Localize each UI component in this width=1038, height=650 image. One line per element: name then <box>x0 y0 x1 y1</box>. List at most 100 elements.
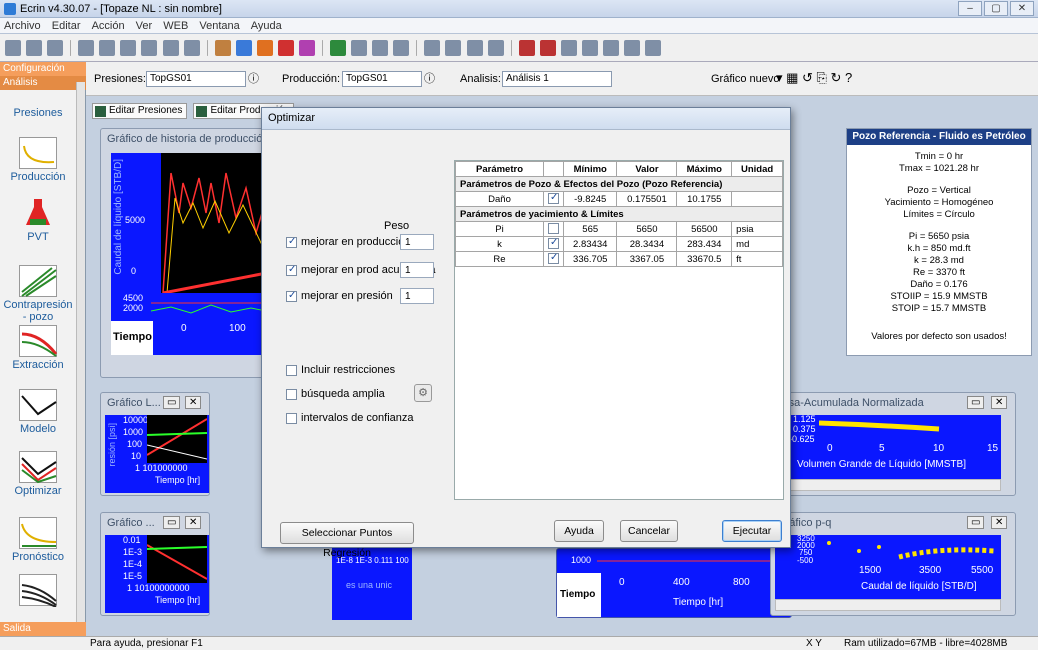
weight-produccion-input[interactable]: 1 <box>400 234 434 250</box>
sidebar-footer-salida[interactable]: Salida <box>0 622 86 636</box>
param-value[interactable]: 0.175501 <box>616 191 678 207</box>
zoom-in-icon[interactable] <box>424 40 441 56</box>
grafico-nuevo-label[interactable]: Gráfico nuevo <box>711 73 779 85</box>
menu-ver[interactable]: Ver <box>132 18 157 34</box>
magnify-icon[interactable] <box>602 40 619 56</box>
sidebar-item-more[interactable] <box>2 574 74 608</box>
presiones-info-icon[interactable]: ⓘ <box>248 70 259 86</box>
param-max[interactable]: 33670.5 <box>676 251 733 267</box>
param-value[interactable]: 5650 <box>616 221 678 237</box>
panel-restore-icon[interactable]: ▭ <box>967 396 985 409</box>
weight-presion-input[interactable]: 1 <box>400 288 434 304</box>
tab-editar-presiones[interactable]: Editar Presiones <box>92 103 188 119</box>
param-value[interactable]: 28.3434 <box>616 236 678 252</box>
sidebar-item-pvt[interactable]: PVT <box>2 197 74 243</box>
checkbox-mejorar-acumulada[interactable] <box>286 264 297 276</box>
pq-hscrollbar[interactable] <box>775 599 1001 611</box>
preview-icon[interactable] <box>99 40 116 56</box>
minimize-button[interactable]: – <box>958 1 982 16</box>
analisis-select[interactable]: Análisis 1 <box>502 71 612 87</box>
plot-a-icon[interactable] <box>518 40 535 56</box>
checkbox-mejorar-produccion[interactable] <box>286 236 297 248</box>
sidebar-item-extraccion[interactable]: Extracción <box>2 325 74 371</box>
fluid-icon[interactable] <box>277 40 294 56</box>
checkbox-incluir-restricciones[interactable] <box>286 364 297 376</box>
table-row[interactable]: k 2.83434 28.3434 283.434 md <box>455 236 783 252</box>
panel-restore-icon[interactable]: ▭ <box>967 516 985 529</box>
param-min[interactable]: 565 <box>562 221 618 237</box>
edit-icon[interactable] <box>351 40 368 56</box>
sidebar-item-produccion[interactable]: Producción <box>2 137 74 183</box>
panel-restore-icon[interactable]: ▭ <box>163 516 181 529</box>
table-icon[interactable] <box>560 40 577 56</box>
panel-close-icon[interactable]: ✕ <box>991 396 1008 409</box>
sidebar-header-analisis[interactable]: Análisis <box>0 76 86 90</box>
tasa-hscrollbar[interactable] <box>775 479 1001 491</box>
produccion-select[interactable]: TopGS01 <box>342 71 422 87</box>
magnify-minus-icon[interactable] <box>624 40 640 56</box>
option-mejorar-produccion[interactable]: mejorar en producción <box>286 236 410 248</box>
loglog-plot-1[interactable]: resión [psi] 10000 1000 100 10 1 1010000… <box>105 415 209 493</box>
param-checkbox[interactable] <box>543 191 564 207</box>
menu-web[interactable]: WEB <box>159 18 192 34</box>
well-icon[interactable] <box>214 40 231 56</box>
close-button[interactable]: ✕ <box>1010 1 1034 16</box>
cancelar-button[interactable]: Cancelar <box>620 520 678 542</box>
zoom-fit-icon[interactable] <box>466 40 483 56</box>
checkbox-pi[interactable] <box>548 223 559 235</box>
param-min[interactable]: -9.8245 <box>562 191 618 207</box>
table-row[interactable]: Pi 565 5650 56500 psia <box>455 221 783 237</box>
tasa-plot[interactable]: 1.125 0.375 -0.625 0 5 10 15 Volumen Gra… <box>775 415 1001 479</box>
checkbox-re[interactable] <box>548 252 559 265</box>
history-lower-plot[interactable]: 4500 2000 <box>111 293 277 321</box>
sidebar-item-presiones[interactable]: Presiones <box>2 107 74 119</box>
option-incluir-restricciones[interactable]: Incluir restricciones <box>286 364 395 376</box>
sidebar-item-optimizar[interactable]: Optimizar <box>2 451 74 497</box>
sidebar-scrollbar[interactable] <box>76 82 85 622</box>
sidebar-item-pronostico[interactable]: Pronóstico <box>2 517 74 563</box>
table-row[interactable]: Re 336.705 3367.05 33670.5 ft <box>455 251 783 267</box>
param-max[interactable]: 283.434 <box>676 236 733 252</box>
menu-ayuda[interactable]: Ayuda <box>247 18 286 34</box>
gas-icon[interactable] <box>298 40 315 56</box>
option-mejorar-presion[interactable]: mejorar en presión <box>286 290 393 302</box>
menu-editar[interactable]: Editar <box>48 18 85 34</box>
history-plot[interactable]: Caudal de líquido [STB/D] 5000 0 <box>111 153 278 298</box>
toolbar-misc-icons[interactable]: ▾ ▦ ↺ ⎘ ↻ ? <box>776 70 852 86</box>
param-max[interactable]: 10.1755 <box>676 191 733 207</box>
option-busqueda-amplia[interactable]: búsqueda amplia <box>286 388 385 400</box>
bottom-time-plot[interactable]: 1000 Tiempo 0 400 800 Tiempo [hr] <box>556 548 792 618</box>
sidebar-header-configuracion[interactable]: Configuración <box>0 62 86 76</box>
open-file-icon[interactable] <box>26 40 43 56</box>
param-checkbox[interactable] <box>543 236 564 252</box>
checkbox-mejorar-presion[interactable] <box>286 290 297 302</box>
copy-icon[interactable] <box>120 40 137 56</box>
checkbox-intervalos-confianza[interactable] <box>286 412 297 424</box>
seleccionar-puntos-button[interactable]: Seleccionar Puntos Regresión <box>280 522 414 559</box>
maximize-button[interactable]: ▢ <box>984 1 1008 16</box>
panel-close-icon[interactable]: ✕ <box>991 516 1008 529</box>
pq-plot[interactable]: 3250 2000 750 -500 1500 3500 5500 Caudal… <box>775 535 1001 599</box>
produccion-info-icon[interactable]: ⓘ <box>424 70 435 86</box>
param-checkbox[interactable] <box>543 221 564 237</box>
checkbox-dano[interactable] <box>548 192 559 205</box>
sidebar-item-contrapresion[interactable]: Contrapresión - pozo <box>2 265 74 323</box>
arrow-icon[interactable] <box>183 40 200 56</box>
ayuda-button[interactable]: Ayuda <box>554 520 604 542</box>
save-icon[interactable] <box>47 40 64 56</box>
panel-close-icon[interactable]: ✕ <box>185 396 202 409</box>
param-checkbox[interactable] <box>543 251 564 267</box>
checkbox-k[interactable] <box>548 237 559 250</box>
param-value[interactable]: 3367.05 <box>616 251 678 267</box>
sidebar-item-modelo[interactable]: Modelo <box>2 389 74 435</box>
drop-icon[interactable] <box>235 40 252 56</box>
pin-icon[interactable] <box>645 40 662 56</box>
settings-icon[interactable] <box>393 40 410 56</box>
menu-accion[interactable]: Acción <box>88 18 129 34</box>
param-min[interactable]: 336.705 <box>562 251 618 267</box>
print-icon[interactable] <box>78 40 95 56</box>
flame-icon[interactable] <box>256 40 273 56</box>
panel-restore-icon[interactable]: ▭ <box>163 396 181 409</box>
loglog-plot-2[interactable]: 0.01 1E-3 1E-4 1E-5 1 10100000000 Tiempo… <box>105 535 209 613</box>
new-file-icon[interactable] <box>5 40 21 56</box>
